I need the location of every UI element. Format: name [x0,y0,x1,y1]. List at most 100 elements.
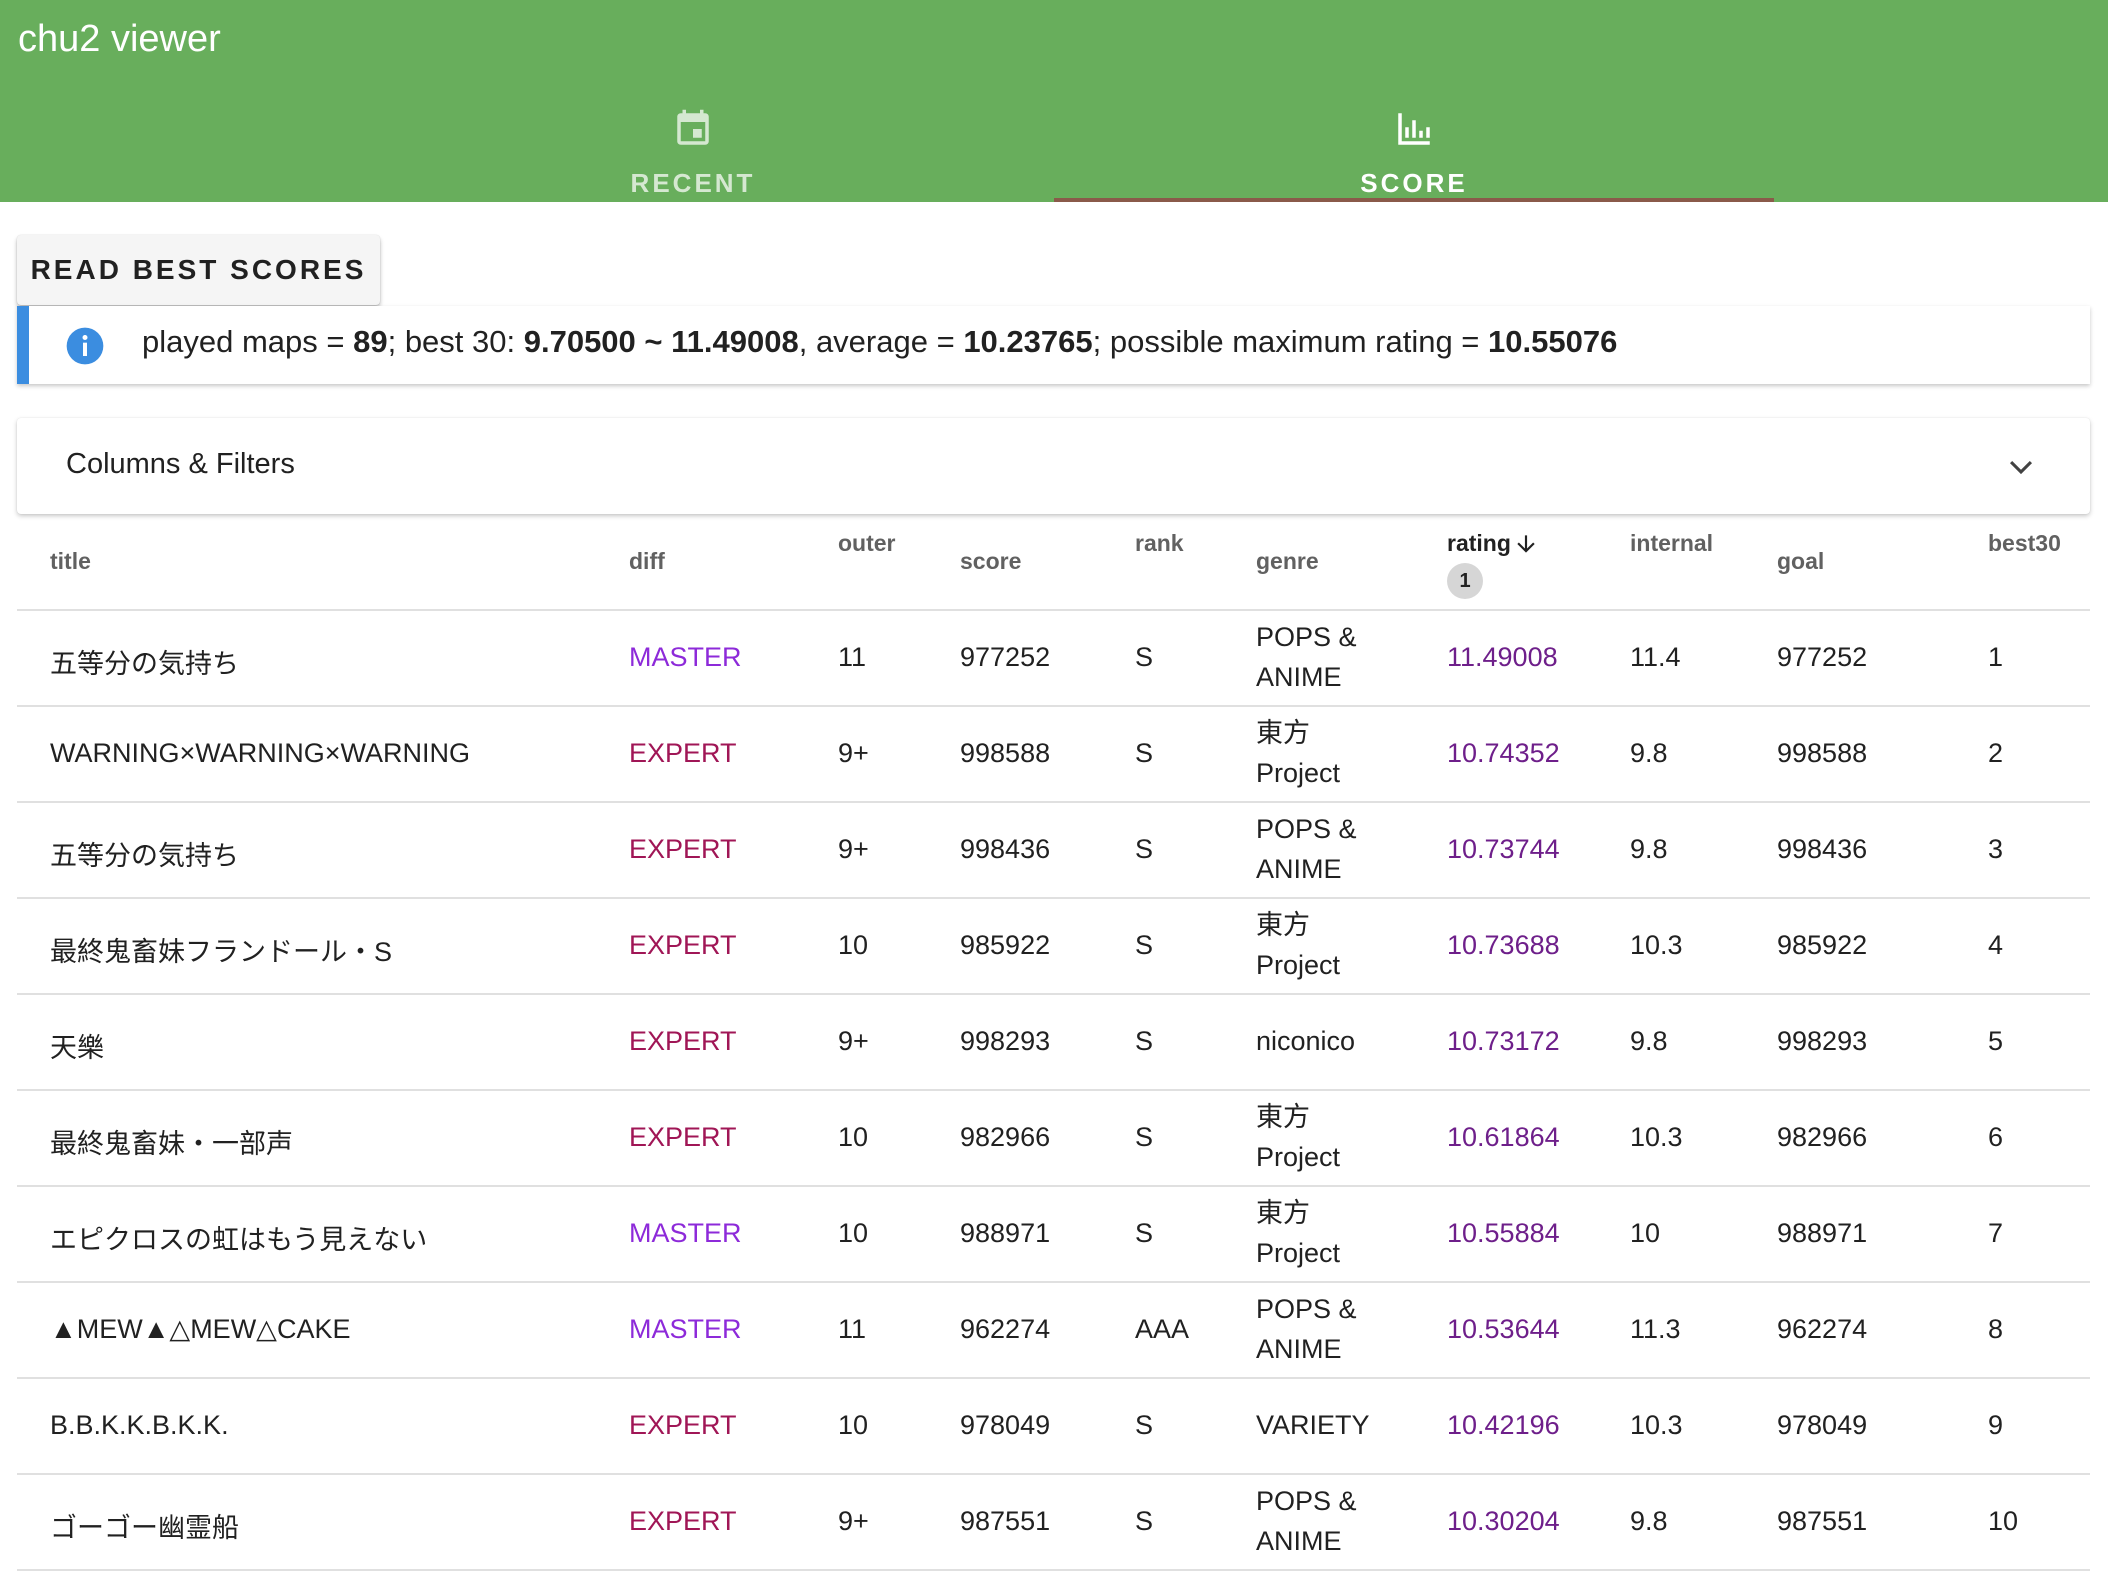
cell-rating: 10.73744 [1447,834,1560,864]
header-goal[interactable]: goal [1777,548,1824,575]
cell-title: エピクロスの虹はもう見えない [50,1225,428,1255]
cell-goal: 998588 [1777,738,1868,768]
cell-score: 985922 [960,930,1051,960]
cell-score: 982966 [960,1122,1051,1152]
cell-rank: S [1135,1026,1154,1056]
tab-recent[interactable]: RECENT [333,96,1053,202]
cell-rank: S [1135,1122,1154,1152]
table-header: title diff outer score rank genre rating… [17,516,2090,611]
cell-best30: 6 [1988,1122,2004,1152]
header-genre[interactable]: genre [1256,548,1319,575]
cell-best30: 4 [1988,930,2004,960]
summary-alert: played maps = 89; best 30: 9.70500 ~ 11.… [17,306,2090,384]
cell-goal: 988971 [1777,1218,1868,1248]
cell-best30: 5 [1988,1026,2004,1056]
cell-genre: VARIETY [1256,1410,1370,1440]
played-label: played maps = [142,324,354,359]
cell-genre: 東方 Project [1256,1198,1341,1268]
cell-internal: 11.3 [1630,1314,1681,1344]
table-row[interactable]: 五等分の気持ち MASTER 11 977252 S POPS & ANIME 11.490… [17,611,2090,707]
cell-diff: EXPERT [629,1026,737,1056]
cell-rating: 10.42196 [1447,1410,1560,1440]
table-row[interactable]: 最終鬼畜妹フランドール・S EXPERT 10 985922 S 東方 Project 10… [17,899,2090,995]
cell-rank: S [1135,834,1154,864]
cell-internal: 11.4 [1630,642,1681,672]
cell-goal: 978049 [1777,1410,1868,1440]
cell-rating: 10.74352 [1447,738,1560,768]
cell-score: 998588 [960,738,1051,768]
cell-title: WARNING×WARNING×WARNING [50,738,471,768]
cell-internal: 9.8 [1630,834,1668,864]
summary-text: played maps = 89; best 30: 9.70500 ~ 11.… [142,324,1617,360]
cell-rank: S [1135,1410,1154,1440]
cell-rating: 10.55884 [1447,1218,1560,1248]
best30-label: ; best 30: [387,324,524,359]
cell-score: 962274 [960,1314,1051,1344]
cell-title: ▲MEW▲△MEW△CAKE [50,1314,351,1344]
max-rating-value: 10.55076 [1488,324,1618,359]
columns-filters-panel[interactable]: Columns & Filters [17,418,2090,514]
cell-rank: S [1135,1218,1154,1248]
header-title[interactable]: title [50,548,91,575]
cell-best30: 8 [1988,1314,2004,1344]
read-best-scores-button[interactable]: READ BEST SCORES [17,235,380,305]
columns-filters-title: Columns & Filters [66,448,295,480]
cell-diff: EXPERT [629,834,737,864]
cell-title: 五等分の気持ち [50,841,239,871]
arrow-down-icon [1517,535,1535,553]
table-row[interactable]: ゴーゴー幽霊船 EXPERT 9+ 987551 S POPS & ANIME 10.302… [17,1475,2090,1571]
header-diff[interactable]: diff [629,548,665,575]
cell-diff: MASTER [629,642,742,672]
cell-rating: 11.49008 [1447,642,1558,672]
cell-goal: 998293 [1777,1026,1868,1056]
cell-internal: 10 [1630,1218,1661,1248]
cell-diff: EXPERT [629,1410,737,1440]
tab-score[interactable]: SCORE [1054,96,1774,202]
calendar-icon [677,109,709,145]
header-outer[interactable]: outer [838,530,896,557]
table-row[interactable]: WARNING×WARNING×WARNING EXPERT 9+ 998588 S 東方… [17,707,2090,803]
chevron-down-icon[interactable] [2004,450,2038,484]
cell-goal: 962274 [1777,1314,1868,1344]
table-row[interactable]: 天樂 EXPERT 9+ 998293 Sniconico 10.73172 9.8 9982… [17,995,2090,1091]
cell-score: 998436 [960,834,1051,864]
table-body: 五等分の気持ち MASTER 11 977252 S POPS & ANIME 11.490… [17,611,2090,1571]
played-value: 89 [353,324,388,359]
cell-genre: 東方 Project [1256,1102,1341,1172]
header-rank[interactable]: rank [1135,530,1184,557]
cell-genre: 東方 Project [1256,910,1341,980]
cell-best30: 7 [1988,1218,2004,1248]
cell-genre: POPS & ANIME [1256,814,1357,884]
cell-rank: S [1135,930,1154,960]
table-row[interactable]: エピクロスの虹はもう見えない MASTER 10 988971 S 東方 Project 1… [17,1187,2090,1283]
table-row[interactable]: 五等分の気持ち EXPERT 9+ 998436 S POPS & ANIME 10.737… [17,803,2090,899]
info-icon [66,327,104,365]
cell-best30: 1 [1988,642,2004,672]
header-score[interactable]: score [960,548,1021,575]
cell-diff: MASTER [629,1314,742,1344]
header-internal[interactable]: internal [1630,530,1713,557]
cell-best30: 3 [1988,834,2004,864]
table-row[interactable]: B.B.K.K.B.K.K. EXPERT 10 978049 S VARIETY 10.4… [17,1379,2090,1475]
header-best30[interactable]: best30 [1988,530,2061,557]
header-rating[interactable]: rating [1447,530,1539,557]
cell-internal: 10.3 [1630,1410,1683,1440]
cell-diff: EXPERT [629,1122,737,1152]
cell-rank: AAA [1135,1314,1190,1344]
cell-outer: 11 [838,642,867,672]
cell-outer: 10 [838,930,869,960]
app-bar: chu2 viewer RECENT SCORE [0,0,2108,202]
cell-genre: niconico [1256,1026,1356,1056]
cell-outer: 9+ [838,1026,869,1056]
cell-internal: 9.8 [1630,738,1668,768]
cell-outer: 10 [838,1122,869,1152]
table-row[interactable]: 最終鬼畜妹・一部声 EXPERT 10 982966 S 東方 Project 10.618… [17,1091,2090,1187]
cell-outer: 9+ [838,834,869,864]
table-row[interactable]: ▲MEW▲△MEW△CAKE MASTER 11 962274 AAA POPS & AN… [17,1283,2090,1379]
cell-outer: 9+ [838,738,869,768]
cell-genre: POPS & ANIME [1256,1486,1357,1556]
cell-diff: MASTER [629,1218,742,1248]
cell-title: 最終鬼畜妹・一部声 [50,1129,293,1159]
cell-genre: POPS & ANIME [1256,1294,1357,1364]
app-title: chu2 viewer [18,18,221,60]
